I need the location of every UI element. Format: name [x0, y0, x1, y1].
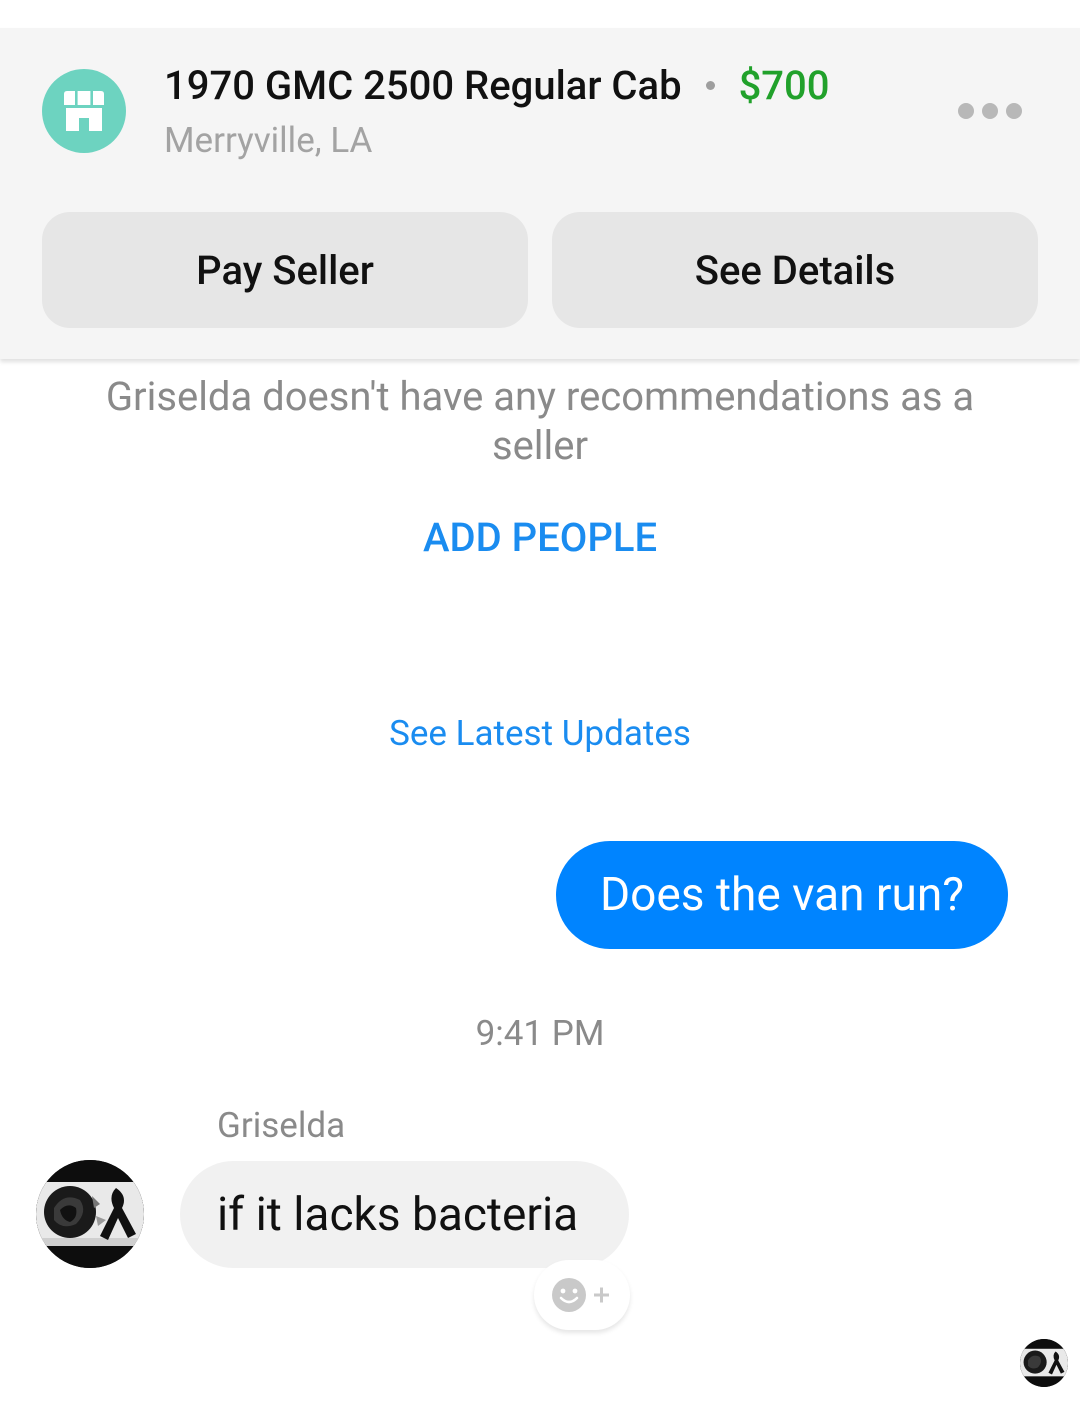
outgoing-message-bubble[interactable]: Does the van run?	[556, 841, 1008, 949]
seen-indicator-avatar	[1020, 1339, 1068, 1387]
see-latest-updates-link[interactable]: See Latest Updates	[0, 713, 1080, 754]
more-options-icon[interactable]	[958, 100, 1022, 122]
listing-location: Merryville, LA	[164, 120, 373, 161]
listing-title: 1970 GMC 2500 Regular Cab	[164, 62, 682, 109]
listing-header: 1970 GMC 2500 Regular Cab $700 Merryvill…	[0, 28, 1080, 359]
no-recommendations-text: Griselda doesn't have any recommendation…	[105, 373, 975, 469]
menu-dot	[958, 103, 974, 119]
avatar[interactable]	[36, 1160, 144, 1268]
add-reaction-icon[interactable]	[534, 1260, 630, 1330]
menu-dot	[982, 103, 998, 119]
see-details-button[interactable]: See Details	[552, 212, 1038, 328]
pay-seller-button[interactable]: Pay Seller	[42, 212, 528, 328]
add-people-link[interactable]: ADD PEOPLE	[0, 514, 1080, 561]
message-timestamp: 9:41 PM	[475, 1013, 605, 1054]
listing-title-row: 1970 GMC 2500 Regular Cab $700	[164, 62, 830, 109]
incoming-message-bubble[interactable]: if it lacks bacteria	[180, 1161, 629, 1268]
menu-dot	[1006, 103, 1022, 119]
storefront-icon	[42, 69, 126, 153]
separator-dot	[705, 81, 715, 90]
sender-name: Griselda	[217, 1105, 346, 1146]
listing-price: $700	[738, 62, 830, 109]
